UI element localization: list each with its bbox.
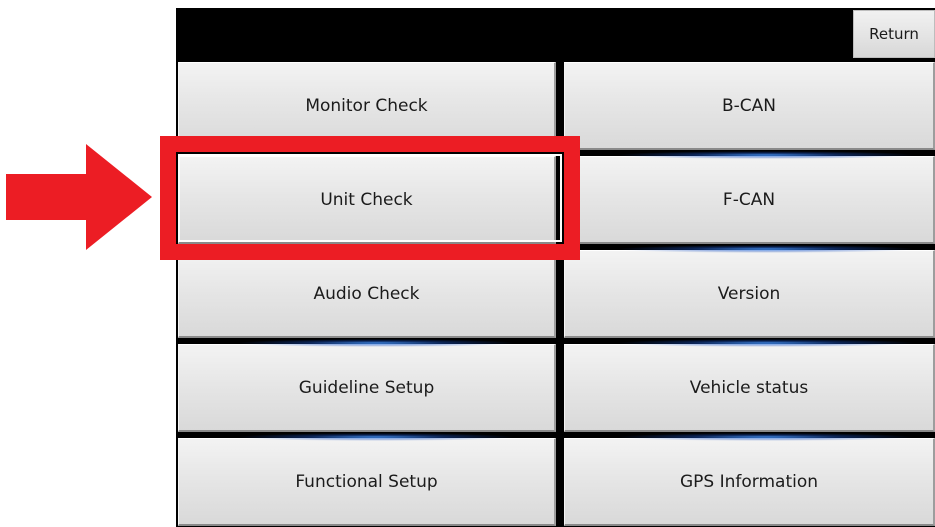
diagnostic-screen: Return Monitor Check Unit Check Audio Ch…: [176, 8, 935, 527]
unit-check-button[interactable]: Unit Check: [178, 156, 556, 244]
version-button[interactable]: Version: [564, 250, 935, 338]
return-button[interactable]: Return: [853, 10, 935, 58]
b-can-button[interactable]: B-CAN: [564, 62, 935, 150]
monitor-check-button[interactable]: Monitor Check: [178, 62, 556, 150]
f-can-button[interactable]: F-CAN: [564, 156, 935, 244]
guideline-setup-button[interactable]: Guideline Setup: [178, 344, 556, 432]
functional-setup-button[interactable]: Functional Setup: [178, 438, 556, 526]
audio-check-button[interactable]: Audio Check: [178, 250, 556, 338]
right-arrow-icon: [6, 144, 152, 250]
gps-information-button[interactable]: GPS Information: [564, 438, 935, 526]
vehicle-status-button[interactable]: Vehicle status: [564, 344, 935, 432]
